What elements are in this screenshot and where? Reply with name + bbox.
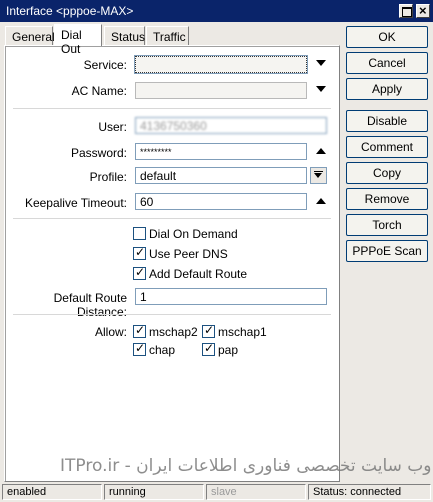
ac-name-dropdown-icon[interactable]	[316, 86, 326, 92]
comment-button[interactable]: Comment	[346, 136, 428, 158]
watermark-text: ITPro.ir - وب سایت تخصصی فناوری اطلاعات …	[60, 456, 432, 476]
password-collapse-icon[interactable]	[316, 148, 326, 154]
keepalive-collapse-icon[interactable]	[316, 198, 326, 204]
allow-label: Allow:	[94, 325, 127, 339]
status-enabled: enabled	[2, 484, 102, 500]
profile-dropdown-button[interactable]	[310, 167, 327, 184]
keepalive-field[interactable]: 60	[135, 193, 307, 210]
close-button[interactable]: ×	[416, 3, 430, 18]
allow-chap-checkbox[interactable]	[133, 341, 146, 356]
allow-pap-checkbox[interactable]	[202, 341, 215, 356]
profile-select[interactable]: default	[135, 167, 307, 184]
use-peer-dns-label: Use Peer DNS	[149, 247, 228, 261]
separator	[13, 314, 331, 315]
service-label: Service:	[83, 58, 127, 72]
allow-mschap1-checkbox[interactable]	[202, 323, 215, 338]
add-default-route-checkbox[interactable]	[133, 265, 146, 280]
allow-chap-label: chap	[149, 343, 176, 357]
status-running: running	[104, 484, 204, 500]
password-field[interactable]: *********	[135, 143, 307, 160]
dial-out-panel: Service: AC Name: User: 4136750360 Passw…	[4, 45, 340, 482]
ok-button[interactable]: OK	[346, 26, 428, 48]
window-title: Interface <pppoe-MAX>	[6, 4, 134, 18]
allow-pap-label: pap	[218, 343, 239, 357]
password-label: Password:	[70, 146, 127, 160]
separator	[13, 108, 331, 109]
user-field[interactable]: 4136750360	[135, 117, 327, 134]
title-bar: Interface <pppoe-MAX> ×	[0, 0, 433, 22]
apply-button[interactable]: Apply	[346, 78, 428, 100]
status-connection: Status: connected	[308, 484, 431, 500]
status-bar: enabled running slave Status: connected	[0, 482, 433, 502]
keepalive-label: Keepalive Timeout:	[24, 196, 127, 210]
user-label: User:	[98, 120, 127, 134]
default-route-distance-field[interactable]: 1	[135, 288, 327, 305]
tab-status[interactable]: Status	[104, 26, 145, 45]
tab-traffic[interactable]: Traffic	[146, 26, 189, 45]
maximize-button[interactable]	[399, 4, 413, 18]
dial-on-demand-label: Dial On Demand	[149, 227, 238, 241]
remove-button[interactable]: Remove	[346, 188, 428, 210]
service-field[interactable]	[135, 56, 307, 73]
status-slave: slave	[206, 484, 306, 500]
tab-dial-out[interactable]: Dial Out	[54, 24, 102, 56]
disable-button[interactable]: Disable	[346, 110, 428, 132]
add-default-route-label: Add Default Route	[149, 267, 248, 281]
allow-mschap2-checkbox[interactable]	[133, 323, 146, 338]
close-icon: ×	[419, 3, 427, 18]
ac-name-field[interactable]	[135, 82, 307, 99]
torch-button[interactable]: Torch	[346, 214, 428, 236]
service-dropdown-icon[interactable]	[316, 60, 326, 66]
ac-name-label: AC Name:	[71, 84, 127, 98]
allow-mschap1-label: mschap1	[218, 325, 267, 339]
profile-label: Profile:	[89, 170, 127, 184]
copy-button[interactable]: Copy	[346, 162, 428, 184]
pppoe-scan-button[interactable]: PPPoE Scan	[346, 240, 428, 262]
dial-on-demand-checkbox[interactable]	[133, 227, 146, 240]
cancel-button[interactable]: Cancel	[346, 52, 428, 74]
use-peer-dns-checkbox[interactable]	[133, 245, 146, 260]
tab-general[interactable]: General	[5, 26, 55, 45]
allow-mschap2-label: mschap2	[149, 325, 198, 339]
separator	[13, 218, 331, 219]
